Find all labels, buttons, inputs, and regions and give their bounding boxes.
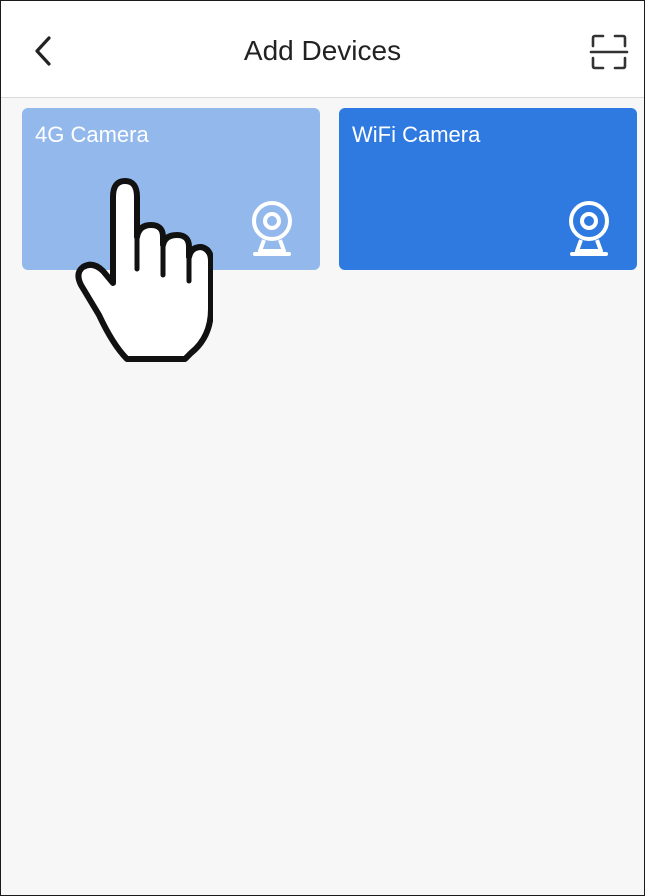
webcam-icon <box>569 201 609 256</box>
top-bar: Add Devices <box>1 1 644 98</box>
scan-icon <box>589 34 629 70</box>
tile-4g-camera[interactable]: 4G Camera <box>22 108 320 270</box>
page-title: Add Devices <box>243 35 402 66</box>
app-screen: Add Devices 4G Camera WiFi Camera <box>0 0 645 896</box>
scan-button[interactable] <box>587 30 631 74</box>
tile-label-wifi-camera: WiFi Camera <box>352 122 481 147</box>
tile-wifi-camera[interactable]: WiFi Camera <box>339 108 637 270</box>
tile-label-4g-camera: 4G Camera <box>35 122 149 147</box>
webcam-icon <box>252 201 292 256</box>
